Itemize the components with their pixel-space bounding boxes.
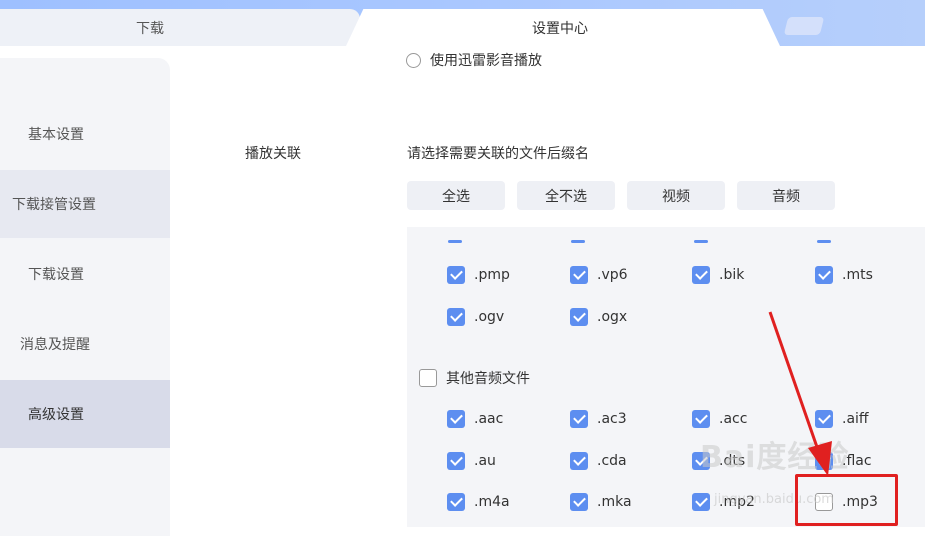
annotation-highlight-box <box>795 474 898 526</box>
annotation-arrow-icon <box>768 311 832 476</box>
arrow-head <box>808 441 832 476</box>
arrow-shaft <box>768 311 820 451</box>
settings-window: 下载 设置中心 基本设置 下载接管设置 下载设置 消息及提醒 高级设置 使用迅雷… <box>0 0 925 536</box>
